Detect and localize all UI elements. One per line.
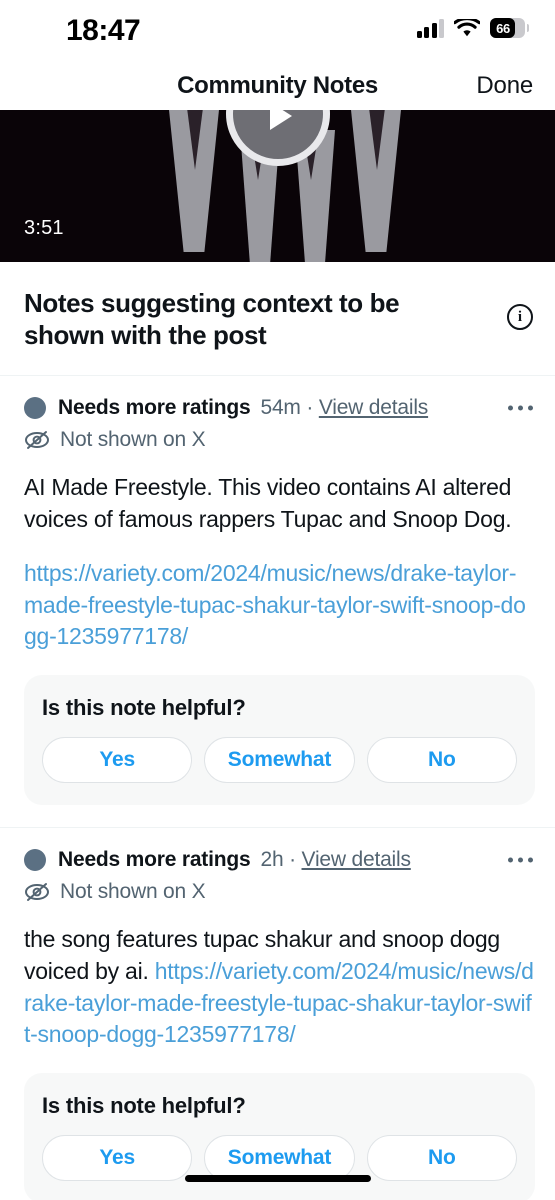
note-visibility-label: Not shown on X bbox=[60, 428, 206, 452]
status-bar-time: 18:47 bbox=[66, 14, 141, 47]
video-preview[interactable]: 3:51 bbox=[0, 110, 555, 262]
rating-no-button[interactable]: No bbox=[366, 1135, 517, 1182]
note-meta: 2h · View details bbox=[260, 848, 411, 872]
note-visibility-label: Not shown on X bbox=[60, 880, 206, 904]
view-details-link[interactable]: View details bbox=[302, 848, 411, 871]
note-header: Needs more ratings 54m · View details bbox=[24, 396, 535, 420]
status-bar-icons: 66 bbox=[416, 16, 529, 38]
eye-slash-icon bbox=[24, 881, 50, 903]
rating-question: Is this note helpful? bbox=[42, 695, 246, 721]
note-item: Needs more ratings 54m · View details No… bbox=[0, 376, 555, 827]
note-timestamp: 2h bbox=[260, 848, 284, 872]
note-visibility-row: Not shown on X bbox=[24, 880, 535, 904]
battery-icon: 66 bbox=[490, 18, 529, 38]
rating-yes-button[interactable]: Yes bbox=[42, 1135, 193, 1182]
note-header: Needs more ratings 2h · View details bbox=[24, 848, 535, 872]
done-button[interactable]: Done bbox=[476, 72, 533, 100]
info-icon[interactable]: i bbox=[507, 304, 533, 330]
note-status-dot bbox=[24, 849, 46, 872]
cellular-signal-icon bbox=[416, 18, 444, 38]
note-timestamp: 54m bbox=[260, 396, 301, 420]
community-notes-screen: 18:47 66 Community Notes Done 3:51 Notes… bbox=[0, 0, 555, 1200]
eye-slash-icon bbox=[24, 429, 50, 451]
note-item: Needs more ratings 2h · View details Not… bbox=[0, 827, 555, 1200]
navigation-bar: Community Notes Done bbox=[0, 62, 555, 110]
section-title: Notes suggesting context to be shown wit… bbox=[24, 288, 400, 350]
status-bar: 18:47 66 bbox=[0, 0, 555, 62]
video-duration: 3:51 bbox=[24, 217, 64, 239]
note-status-label: Needs more ratings bbox=[58, 848, 251, 872]
note-body-text: AI Made Freestyle. This video contains A… bbox=[24, 474, 512, 533]
rating-somewhat-button[interactable]: Somewhat bbox=[204, 737, 355, 784]
rating-question: Is this note helpful? bbox=[42, 1093, 246, 1119]
home-indicator[interactable] bbox=[184, 1175, 371, 1182]
note-meta: 54m · View details bbox=[260, 396, 428, 420]
rating-yes-button[interactable]: Yes bbox=[42, 737, 193, 784]
note-rating-card: Is this note helpful? Yes Somewhat No bbox=[24, 675, 535, 806]
view-details-link[interactable]: View details bbox=[319, 396, 428, 419]
note-more-menu-button[interactable] bbox=[508, 405, 533, 411]
note-status-label: Needs more ratings bbox=[58, 396, 251, 420]
page-title: Community Notes bbox=[177, 72, 378, 99]
note-status-dot bbox=[24, 397, 46, 420]
wifi-icon bbox=[453, 16, 481, 38]
section-header: Notes suggesting context to be shown wit… bbox=[0, 262, 555, 377]
note-body: the song features tupac shakur and snoop… bbox=[24, 924, 535, 1051]
rating-no-button[interactable]: No bbox=[366, 737, 517, 784]
note-source-link[interactable]: https://variety.com/2024/music/news/drak… bbox=[24, 560, 526, 649]
battery-level: 66 bbox=[496, 20, 510, 36]
rating-button-group: Yes Somewhat No bbox=[42, 737, 517, 784]
note-more-menu-button[interactable] bbox=[508, 857, 533, 863]
note-meta-separator: · bbox=[306, 396, 314, 420]
note-body: AI Made Freestyle. This video contains A… bbox=[24, 472, 535, 653]
note-visibility-row: Not shown on X bbox=[24, 428, 535, 452]
note-meta-separator: · bbox=[289, 848, 296, 872]
